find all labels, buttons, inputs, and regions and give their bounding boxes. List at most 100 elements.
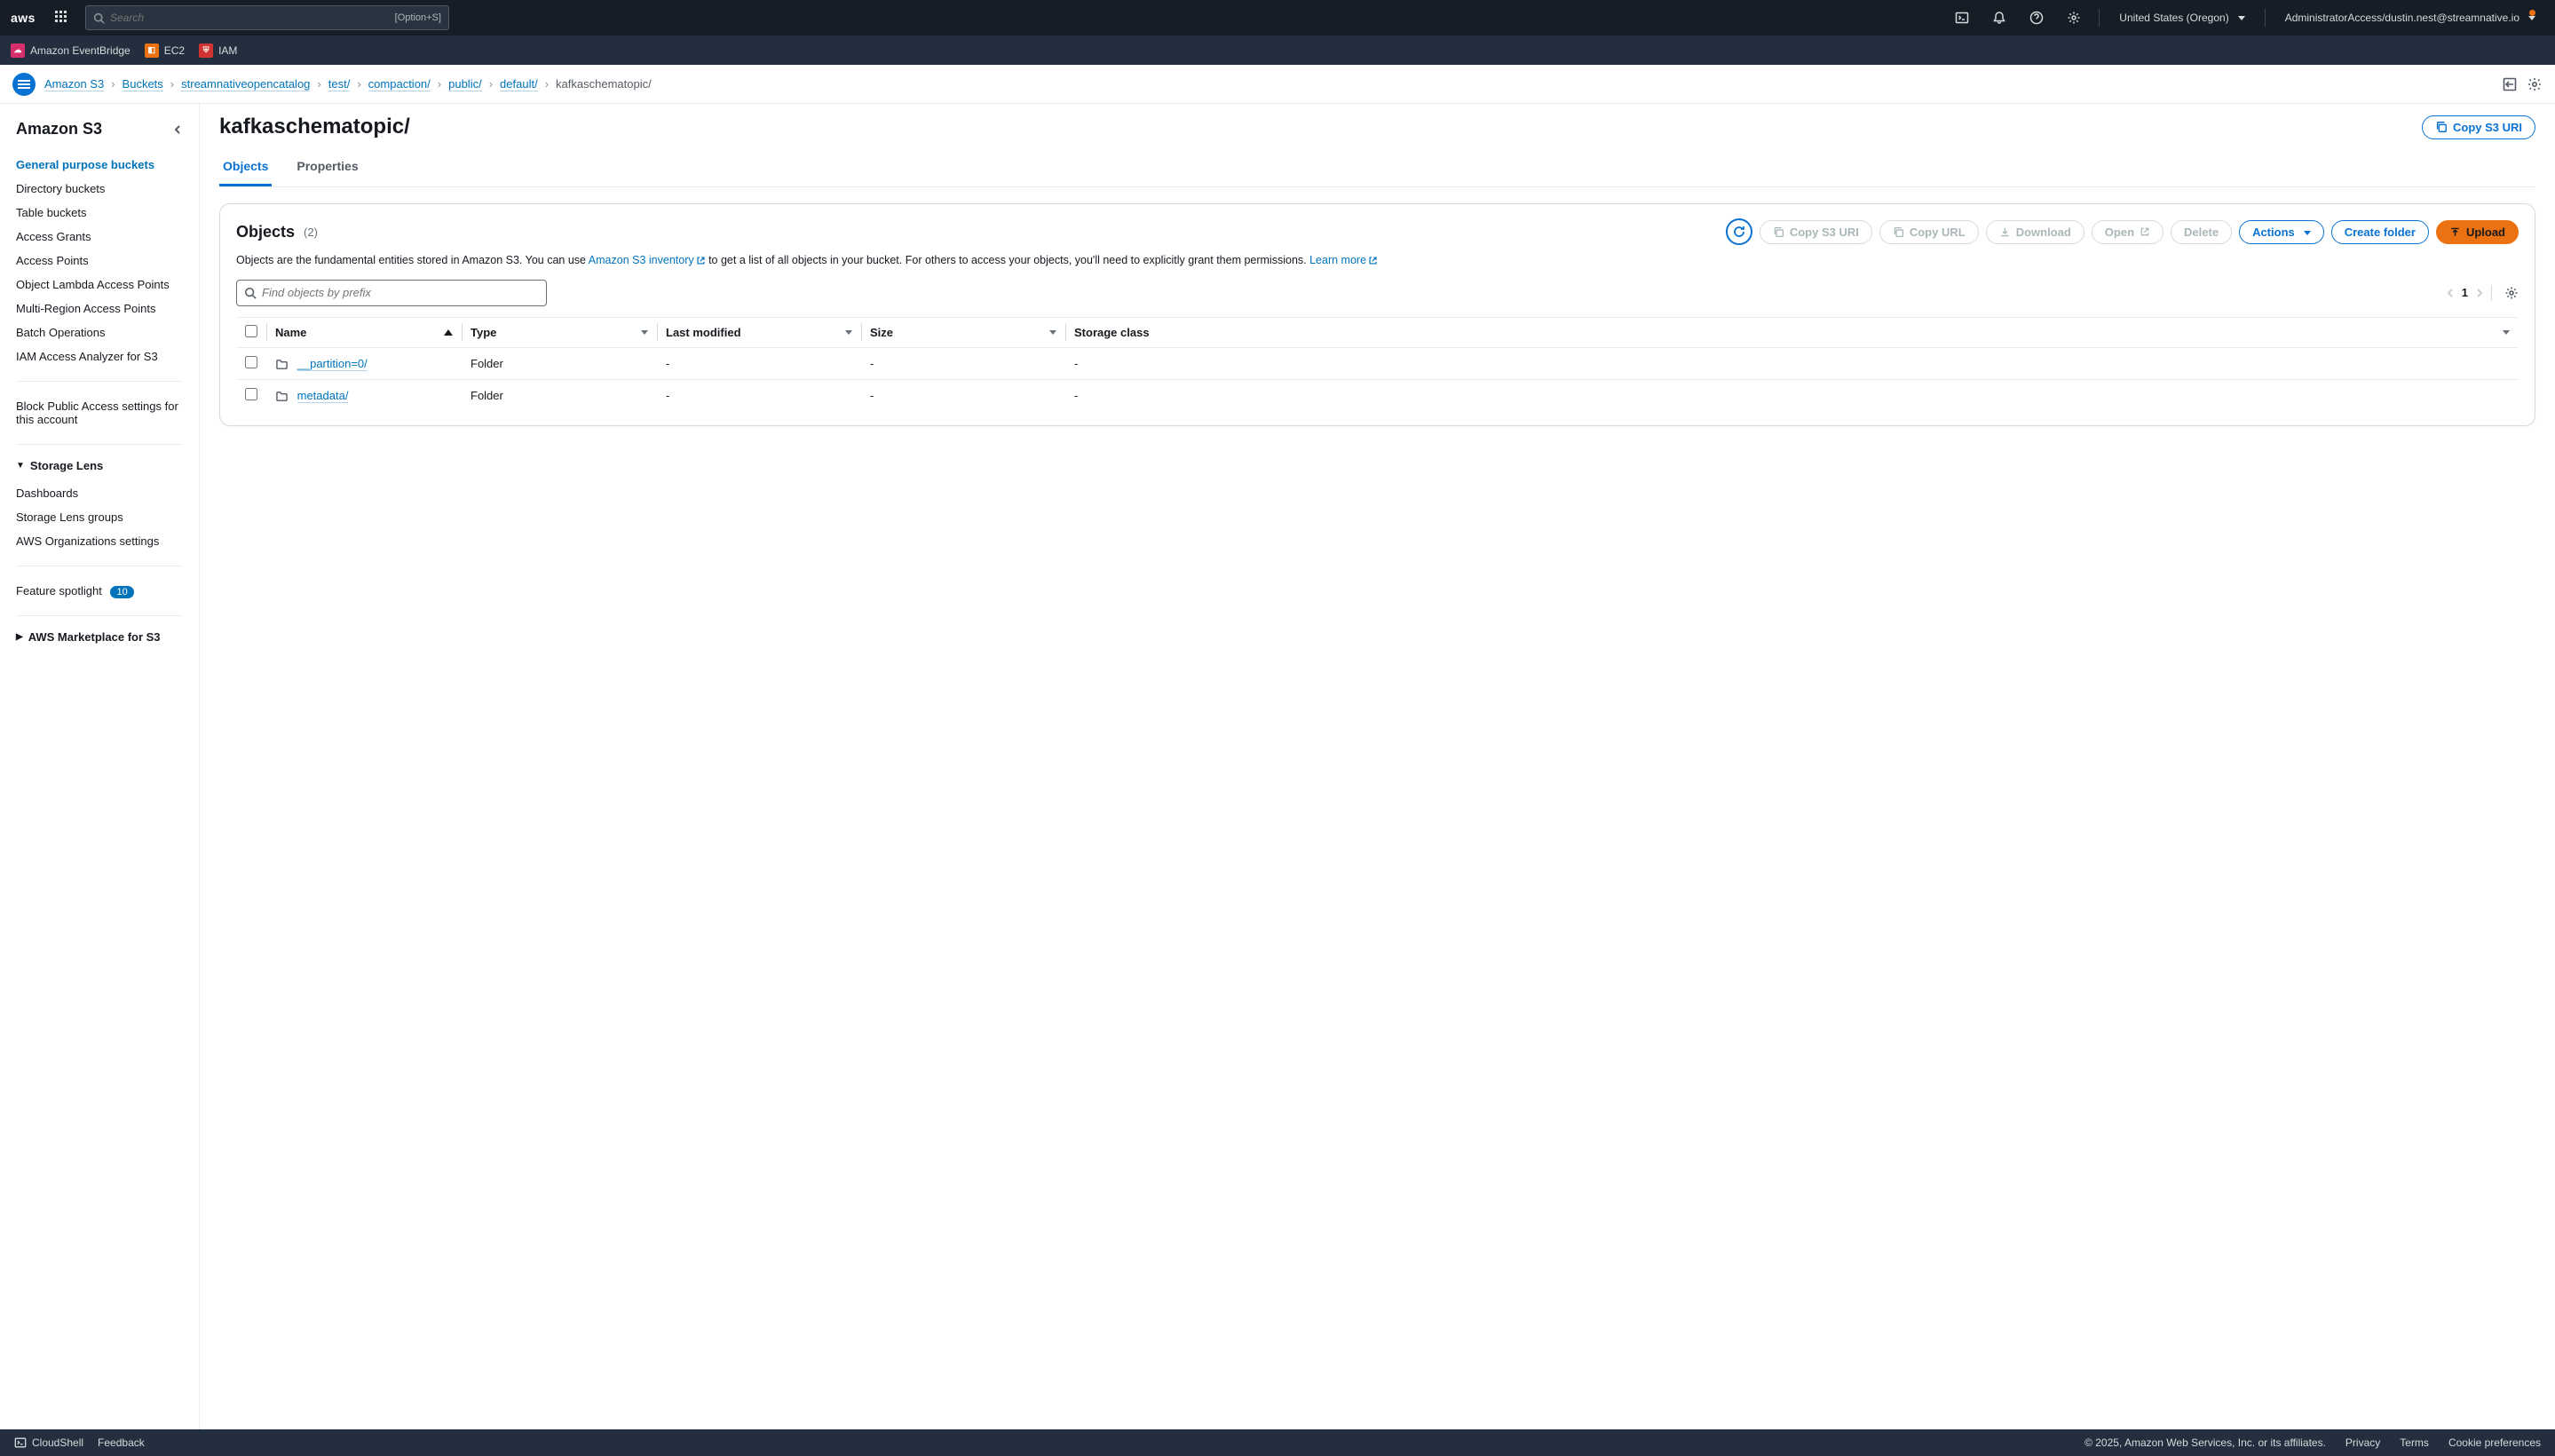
panel-description: Objects are the fundamental entities sto…: [236, 252, 2519, 269]
sort-menu-icon[interactable]: [845, 330, 852, 335]
cookies-link[interactable]: Cookie preferences: [2448, 1436, 2541, 1449]
tab-objects[interactable]: Objects: [219, 150, 272, 186]
terms-link[interactable]: Terms: [2400, 1436, 2429, 1449]
prefix-search[interactable]: [236, 280, 547, 306]
notifications-icon[interactable]: [1985, 5, 2013, 30]
crumb-amazon-s3[interactable]: Amazon S3: [44, 77, 104, 91]
search-input[interactable]: [110, 12, 390, 24]
crumb-buckets[interactable]: Buckets: [123, 77, 163, 91]
refresh-button[interactable]: [1726, 218, 1752, 245]
favorite-eventbridge[interactable]: ☁ Amazon EventBridge: [11, 44, 131, 58]
object-link[interactable]: metadata/: [297, 389, 349, 403]
external-link-icon: [2140, 226, 2150, 237]
cloudshell-icon[interactable]: [1948, 5, 1976, 30]
delete-button[interactable]: Delete: [2171, 220, 2232, 244]
sort-menu-icon[interactable]: [1049, 330, 1056, 335]
side-nav-toggle[interactable]: [12, 73, 36, 96]
external-link-icon: [1368, 256, 1378, 265]
cell-storage-class: -: [1065, 347, 2519, 379]
prev-page-icon[interactable]: [2446, 288, 2455, 298]
inventory-link[interactable]: Amazon S3 inventory: [589, 254, 706, 266]
sidebar-item-feature-spotlight[interactable]: Feature spotlight 10: [0, 579, 199, 603]
next-page-icon[interactable]: [2475, 288, 2484, 298]
spotlight-badge: 10: [110, 586, 133, 598]
object-actions-icon[interactable]: [2502, 76, 2518, 92]
aws-logo[interactable]: aws: [11, 11, 36, 25]
apps-icon[interactable]: [48, 5, 76, 30]
sidebar-title: Amazon S3: [16, 120, 102, 138]
table-row: __partition=0/ Folder - - -: [236, 347, 2519, 379]
account-selector[interactable]: AdministratorAccess/dustin.nest@streamna…: [2276, 5, 2544, 30]
sidebar-item-lens-groups[interactable]: Storage Lens groups: [0, 505, 199, 529]
learn-more-link[interactable]: Learn more: [1309, 254, 1378, 266]
crumb-current: kafkaschematopic/: [556, 77, 652, 91]
select-all-checkbox[interactable]: [245, 325, 257, 337]
sidebar-group-marketplace[interactable]: ▶ AWS Marketplace for S3: [0, 625, 199, 649]
sidebar-item-dashboards[interactable]: Dashboards: [0, 481, 199, 505]
sidebar-item-table-buckets[interactable]: Table buckets: [0, 201, 199, 225]
sidebar-item-orgs-settings[interactable]: AWS Organizations settings: [0, 529, 199, 553]
table-settings-icon[interactable]: [2504, 286, 2519, 300]
sidebar-item-directory-buckets[interactable]: Directory buckets: [0, 177, 199, 201]
sort-menu-icon[interactable]: [2503, 330, 2510, 335]
tab-properties[interactable]: Properties: [293, 150, 361, 186]
sidebar-item-access-points[interactable]: Access Points: [0, 249, 199, 273]
copy-s3-uri-button[interactable]: Copy S3 URI: [2422, 115, 2535, 139]
global-search[interactable]: [Option+S]: [85, 5, 449, 30]
col-type[interactable]: Type: [471, 326, 496, 339]
open-button[interactable]: Open: [2092, 220, 2163, 244]
copy-s3-uri-disabled-button[interactable]: Copy S3 URI: [1760, 220, 1872, 244]
favorite-ec2[interactable]: ◧ EC2: [145, 44, 185, 58]
download-icon: [1999, 226, 2011, 238]
row-checkbox[interactable]: [245, 388, 257, 400]
col-last-modified[interactable]: Last modified: [666, 326, 741, 339]
settings-icon[interactable]: [2060, 5, 2088, 30]
sidebar-item-multi-region[interactable]: Multi-Region Access Points: [0, 297, 199, 320]
top-nav: aws [Option+S] United States (Oregon) Ad…: [0, 0, 2555, 36]
favorite-iam[interactable]: ⛨ IAM: [199, 44, 237, 58]
crumb-bucket[interactable]: streamnativeopencatalog: [181, 77, 310, 91]
crumb-compaction[interactable]: compaction/: [368, 77, 431, 91]
object-link[interactable]: __partition=0/: [297, 357, 368, 371]
info-gear-icon[interactable]: [2527, 76, 2543, 92]
col-storage-class[interactable]: Storage class: [1074, 326, 1150, 339]
col-name[interactable]: Name: [275, 326, 306, 339]
create-folder-button[interactable]: Create folder: [2331, 220, 2429, 244]
cloudshell-link[interactable]: CloudShell: [14, 1436, 83, 1449]
help-icon[interactable]: [2022, 5, 2051, 30]
crumb-test[interactable]: test/: [328, 77, 351, 91]
upload-button[interactable]: Upload: [2436, 220, 2519, 244]
copy-icon: [2435, 121, 2448, 133]
crumb-default[interactable]: default/: [500, 77, 538, 91]
button-label: Actions: [2252, 226, 2295, 239]
objects-panel: Objects (2) Copy S3 URI Copy URL: [219, 203, 2535, 426]
search-hint: [Option+S]: [395, 12, 441, 23]
row-checkbox[interactable]: [245, 356, 257, 368]
collapse-sidebar-icon[interactable]: [172, 124, 183, 135]
download-button[interactable]: Download: [1986, 220, 2084, 244]
col-size[interactable]: Size: [870, 326, 893, 339]
privacy-link[interactable]: Privacy: [2345, 1436, 2380, 1449]
button-label: Copy S3 URI: [1790, 226, 1859, 239]
search-icon: [93, 12, 105, 24]
sort-asc-icon[interactable]: [444, 329, 453, 336]
feedback-link[interactable]: Feedback: [98, 1436, 145, 1449]
sidebar-item-access-grants[interactable]: Access Grants: [0, 225, 199, 249]
sidebar-item-batch-ops[interactable]: Batch Operations: [0, 320, 199, 344]
region-selector[interactable]: United States (Oregon): [2110, 5, 2253, 30]
sidebar-item-iam-analyzer[interactable]: IAM Access Analyzer for S3: [0, 344, 199, 368]
prefix-search-input[interactable]: [262, 286, 539, 299]
sidebar-item-object-lambda[interactable]: Object Lambda Access Points: [0, 273, 199, 297]
sidebar-item-block-public[interactable]: Block Public Access settings for this ac…: [0, 394, 199, 431]
actions-button[interactable]: Actions: [2239, 220, 2324, 244]
button-label: Copy S3 URI: [2453, 121, 2522, 134]
sidebar-group-storage-lens[interactable]: ▼ Storage Lens: [0, 454, 199, 478]
cell-last-modified: -: [657, 347, 861, 379]
copy-icon: [1773, 226, 1784, 238]
copy-url-button[interactable]: Copy URL: [1879, 220, 1979, 244]
crumb-public[interactable]: public/: [448, 77, 482, 91]
sort-menu-icon[interactable]: [641, 330, 648, 335]
sidebar-item-general-buckets[interactable]: General purpose buckets: [0, 153, 199, 177]
button-label: Open: [2105, 226, 2134, 239]
breadcrumb-row: Amazon S3› Buckets› streamnativeopencata…: [0, 65, 2555, 104]
